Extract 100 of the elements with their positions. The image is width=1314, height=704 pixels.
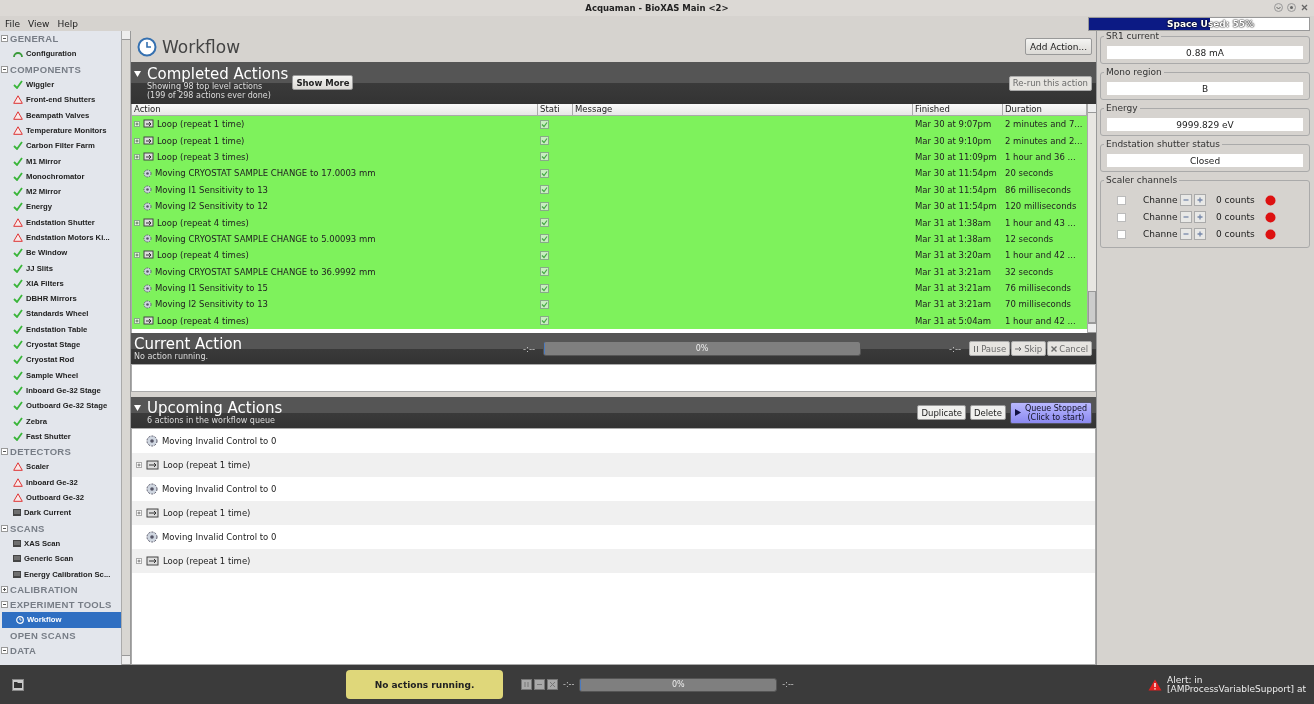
plus-button[interactable] [1194,228,1206,240]
scrollbar[interactable] [1087,104,1096,333]
duplicate-button[interactable]: Duplicate [917,405,966,420]
table-cell-text: 120 milliseconds [1004,200,1078,214]
maximize-icon[interactable] [1287,3,1296,12]
success-icon [540,168,549,178]
minus-button[interactable] [1180,211,1192,223]
arrow-icon [1015,345,1023,352]
scrollbar[interactable] [121,31,130,665]
alert-text: Alert: in [1167,675,1204,685]
menu-item[interactable]: View [28,18,50,29]
folder-icon [14,681,22,688]
collapse-icon[interactable] [1,601,8,609]
window-title: Acquaman - BioXAS Main <2> [585,3,729,13]
table-cell-text: Mar 30 at 11:54pm [914,167,998,181]
table-cell-text: 1 hour and 43 ... [1004,216,1077,230]
close-icon[interactable] [1300,3,1309,12]
remaining-time: -:-- [782,680,794,689]
table-cell-text: Mar 31 at 3:21am [914,282,993,296]
add-action-button[interactable]: Add Action... [1024,38,1092,55]
action-text: Moving CRYOSTAT SAMPLE CHANGE to 5.00093 mm [155,233,376,244]
pause-button[interactable] [521,679,532,690]
collapse-icon[interactable] [1,647,8,654]
value-field: Closed [1107,154,1303,167]
success-icon [540,316,549,326]
skip-button[interactable] [534,679,545,690]
table-cell-text: 76 milliseconds [1004,282,1072,296]
table-row[interactable]: Loop (repeat 4 times) Mar 31 at 3:20am 1 hour and 42 ... [132,247,1087,264]
channel-label: Channe [1143,195,1178,205]
minus-button[interactable] [1180,228,1192,240]
group-title: Energy [1104,103,1140,113]
counts-text: 0 counts [1216,212,1255,222]
table-cell-text: Mar 31 at 1:38am [914,216,993,230]
success-icon [540,152,549,162]
queue-item[interactable]: Loop (repeat 1 time) [132,549,1095,573]
folder-button[interactable] [12,678,24,691]
table-cell-text: Mar 31 at 3:20am [914,249,993,263]
table-cell-text: 20 seconds [1004,167,1055,181]
collapse-icon[interactable] [134,405,141,411]
menu-item[interactable]: File [5,18,21,29]
table-cell-text: Mar 30 at 11:09pm [914,150,998,164]
queue-item[interactable]: Moving Invalid Control to 0 [132,477,1095,501]
status-message: No actions running. [346,670,503,699]
loop-icon [143,250,154,261]
table-row[interactable]: Moving I2 Sensitivity to 13 Mar 31 at 3:21am 70 milliseconds [132,296,1087,313]
collapse-icon[interactable] [134,71,141,77]
clock-icon [137,36,157,57]
alert-text: [AMProcessVariableSupport] at [1167,684,1306,694]
success-icon [540,218,549,228]
queue-item[interactable]: Moving Invalid Control to 0 [132,429,1095,453]
checkbox[interactable] [1117,212,1126,222]
checkbox[interactable] [1117,229,1126,239]
plus-button[interactable] [1194,194,1206,206]
queue-button[interactable]: Queue Stopped (Click to start) [1009,401,1092,424]
loop-icon [143,315,154,326]
queue-item[interactable]: Loop (repeat 1 time) [132,453,1095,477]
elapsed-time: -:-- [563,680,575,689]
close-icon [550,682,555,687]
success-icon [540,201,549,211]
table-row[interactable]: Moving CRYOSTAT SAMPLE CHANGE to 17.0003 mm Mar 30 at 11:54pm 20 seconds [132,165,1087,182]
menu-item[interactable]: Help [57,18,78,29]
minimize-icon[interactable] [1274,3,1283,12]
collapse-icon[interactable] [1,448,8,456]
table-cell-text: 1 hour and 42 ... [1004,314,1077,328]
table-row[interactable]: Loop (repeat 4 times) Mar 31 at 1:38am 1 hour and 43 ... [132,214,1087,231]
plus-button[interactable] [1194,211,1206,223]
collapse-icon[interactable] [1,524,8,532]
success-icon [540,267,549,277]
show-more-button[interactable]: Show More [292,75,354,90]
dash-icon [537,682,542,687]
table-cell-text: 12 seconds [1004,232,1055,246]
minus-button[interactable] [1180,194,1192,206]
loop-icon [146,507,159,519]
section-title: Current Action [134,336,243,352]
action-text: Moving I1 Sensitivity to 13 [155,184,269,195]
section-title: Completed Actions [147,66,289,82]
success-icon [540,250,549,260]
success-icon [540,185,549,195]
counts-text: 0 counts [1216,195,1255,205]
gear-icon [143,234,152,244]
checkbox[interactable] [1117,195,1126,205]
minus-icon [1183,231,1189,237]
table-row[interactable]: Loop (repeat 1 time) Mar 30 at 9:10pm 2 minutes and 2... [132,132,1087,149]
delete-button[interactable]: Delete [969,405,1006,420]
collapse-icon[interactable] [1,35,8,43]
action-text: Loop (repeat 4 times) [157,315,249,326]
pause-icon [973,345,980,352]
table-cell-text: Mar 30 at 11:54pm [914,200,998,214]
queue-item[interactable]: Moving Invalid Control to 0 [132,525,1095,549]
gear-icon [146,435,158,447]
success-icon [540,136,549,146]
expand-icon[interactable] [1,585,8,593]
queue-item[interactable]: Loop (repeat 1 time) [132,501,1095,525]
table-row[interactable]: Loop (repeat 1 time) Mar 30 at 9:07pm 2 minutes and 7... [132,116,1087,133]
plus-icon [1197,231,1203,237]
cancel-button[interactable] [547,679,558,690]
counts-text: 0 counts [1216,229,1255,239]
collapse-icon[interactable] [1,65,8,73]
arc-icon [13,50,23,58]
loop-icon [143,119,154,130]
